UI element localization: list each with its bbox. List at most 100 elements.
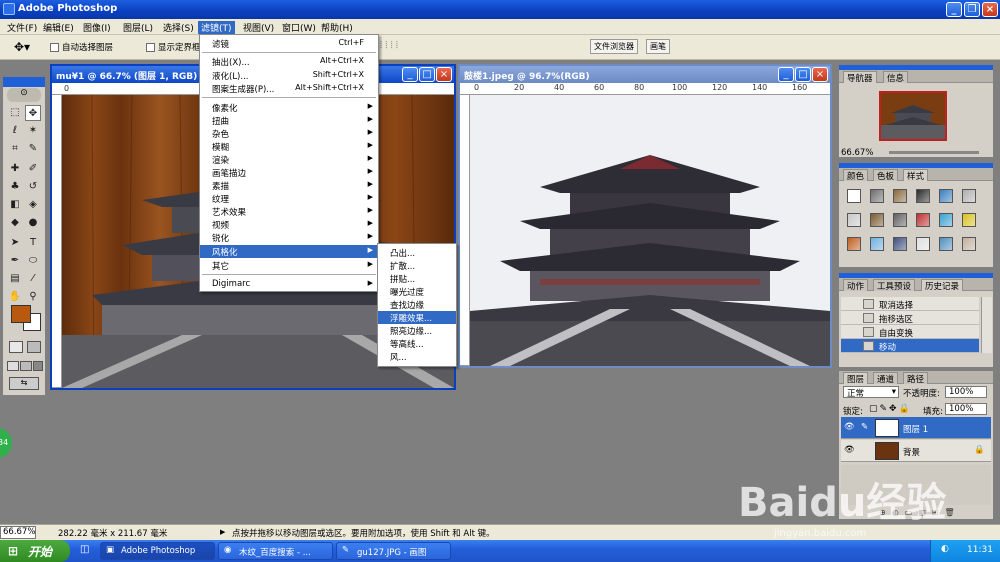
layer-name[interactable]: 背景 xyxy=(903,446,920,458)
menu-view[interactable]: 视图(V) xyxy=(240,21,277,34)
auto-select-option[interactable]: 自动选择图层 xyxy=(50,41,113,53)
marquee-tool-icon[interactable]: ⬚ xyxy=(7,105,23,121)
layer-row-selected[interactable]: 👁 ✎ 图层 1 xyxy=(841,417,991,439)
menu-item-brush-strokes[interactable]: 画笔描边 ▶ xyxy=(200,166,378,179)
blend-mode-select[interactable]: 正常 ▾ xyxy=(843,386,899,399)
style-swatch[interactable] xyxy=(962,213,976,227)
menu-item-digimarc[interactable]: Digimarc ▶ xyxy=(200,278,378,291)
screen-mode-3-icon[interactable] xyxy=(33,361,43,371)
style-swatch[interactable] xyxy=(870,237,884,251)
lasso-tool-icon[interactable]: ℓ xyxy=(7,123,23,139)
tab-navigator[interactable]: 导航器 xyxy=(843,71,877,84)
screen-mode-2-icon[interactable] xyxy=(20,361,32,371)
menu-item-distort[interactable]: 扭曲 ▶ xyxy=(200,114,378,127)
history-scrollbar[interactable] xyxy=(981,297,992,353)
history-item[interactable]: 拖移选区 xyxy=(841,311,979,325)
move-tool-icon[interactable]: ✥ xyxy=(25,105,41,121)
menu-layer[interactable]: 图层(L) xyxy=(120,21,156,34)
tab-color[interactable]: 颜色 xyxy=(843,169,869,182)
doc1-minimize-button[interactable]: _ xyxy=(402,67,418,82)
doc2-maximize-button[interactable]: □ xyxy=(795,67,811,82)
menu-item-last-filter[interactable]: 滤镜 Ctrl+F xyxy=(200,37,378,50)
move-tool-preset-icon[interactable]: ✥▾ xyxy=(14,40,30,54)
adobe-online-icon[interactable]: ⊙ xyxy=(7,88,41,102)
tab-styles[interactable]: 样式 xyxy=(903,169,929,182)
menu-item-sketch[interactable]: 素描 ▶ xyxy=(200,179,378,192)
submenu-item-extrude[interactable]: 凸出... xyxy=(378,246,456,259)
eyedropper-icon[interactable]: ⁄ xyxy=(25,271,41,287)
file-browser-tab[interactable]: 文件浏览器 xyxy=(590,39,638,54)
history-item[interactable]: 自由变换 xyxy=(841,325,979,339)
navigator-zoom[interactable]: 66.67% xyxy=(841,148,873,158)
style-swatch[interactable] xyxy=(870,189,884,203)
submenu-item-tiles[interactable]: 拼贴... xyxy=(378,272,456,285)
style-swatch[interactable] xyxy=(916,237,930,251)
tab-paths[interactable]: 路径 xyxy=(903,372,929,385)
submenu-item-solarize[interactable]: 曝光过度 xyxy=(378,285,456,298)
dodge-tool-icon[interactable]: ● xyxy=(25,215,41,231)
quick-mask-icon[interactable] xyxy=(27,341,41,353)
menu-edit[interactable]: 编辑(E) xyxy=(40,21,77,34)
style-swatch[interactable] xyxy=(893,189,907,203)
auto-select-checkbox[interactable] xyxy=(50,43,59,52)
show-bounds-option[interactable]: 显示定界框 xyxy=(146,41,201,53)
zoom-tool-icon[interactable]: ⚲ xyxy=(25,289,41,305)
menu-item-noise[interactable]: 杂色 ▶ xyxy=(200,127,378,140)
style-swatch[interactable] xyxy=(916,189,930,203)
menu-item-render[interactable]: 渲染 ▶ xyxy=(200,153,378,166)
eye-icon[interactable]: 👁 xyxy=(844,422,855,432)
style-swatch[interactable] xyxy=(847,213,861,227)
menu-item-stylize[interactable]: 风格化 ▶ xyxy=(200,245,378,258)
taskbar-browser[interactable]: ◉ 木纹_百度搜索 - ... xyxy=(218,542,333,560)
style-swatch[interactable] xyxy=(962,237,976,251)
crop-tool-icon[interactable]: ⌗ xyxy=(7,141,23,157)
taskbar-paint[interactable]: ✎ gu127.JPG - 画图 xyxy=(336,542,451,560)
menu-item-other[interactable]: 其它 ▶ xyxy=(200,259,378,272)
brush-link-icon[interactable]: ✎ xyxy=(861,422,868,432)
tab-history[interactable]: 历史记录 xyxy=(921,279,964,292)
paint-bucket-icon[interactable]: ◈ xyxy=(25,197,41,213)
submenu-item-emboss[interactable]: 浮雕效果... xyxy=(378,311,456,324)
style-swatch[interactable] xyxy=(847,237,861,251)
floating-badge[interactable]: 34 xyxy=(0,428,12,458)
tab-layers[interactable]: 图层 xyxy=(843,372,869,385)
slice-tool-icon[interactable]: ✎ xyxy=(25,141,41,157)
pen-tool-icon[interactable]: ✒ xyxy=(7,253,23,269)
style-swatch[interactable] xyxy=(893,213,907,227)
clone-stamp-icon[interactable]: ♣ xyxy=(7,179,23,195)
start-button[interactable]: ⊞ 开始 xyxy=(0,540,70,562)
minimize-button[interactable]: _ xyxy=(946,2,962,17)
shape-tool-icon[interactable]: ⬭ xyxy=(25,253,41,269)
tab-swatches[interactable]: 色板 xyxy=(873,169,899,182)
menu-item-sharpen[interactable]: 锐化 ▶ xyxy=(200,231,378,244)
close-button[interactable]: × xyxy=(982,2,998,17)
style-swatch[interactable] xyxy=(939,237,953,251)
menu-select[interactable]: 选择(S) xyxy=(160,21,197,34)
doc1-close-button[interactable]: × xyxy=(436,67,452,82)
submenu-item-find-edges[interactable]: 查找边缘 xyxy=(378,298,456,311)
magic-wand-icon[interactable]: ✶ xyxy=(25,123,41,139)
restore-button[interactable]: ❐ xyxy=(964,2,980,17)
style-swatch[interactable] xyxy=(847,189,861,203)
status-zoom[interactable]: 66.67% xyxy=(0,526,36,539)
foreground-color-swatch[interactable] xyxy=(11,305,31,323)
style-swatch[interactable] xyxy=(939,189,953,203)
tray-icon[interactable]: ◐ xyxy=(941,544,949,554)
tab-info[interactable]: 信息 xyxy=(883,71,909,84)
menu-item-pixelate[interactable]: 像素化 ▶ xyxy=(200,101,378,114)
layer-name[interactable]: 图层 1 xyxy=(903,423,928,435)
submenu-item-wind[interactable]: 风... xyxy=(378,350,456,363)
menu-file[interactable]: 文件(F) xyxy=(4,21,40,34)
doc2-close-button[interactable]: × xyxy=(812,67,828,82)
menu-item-blur[interactable]: 模糊 ▶ xyxy=(200,140,378,153)
menu-item-texture[interactable]: 纹理 ▶ xyxy=(200,192,378,205)
healing-brush-icon[interactable]: ✚ xyxy=(7,161,23,177)
style-swatch[interactable] xyxy=(916,213,930,227)
brush-tool-icon[interactable]: ✐ xyxy=(25,161,41,177)
doc1-maximize-button[interactable]: □ xyxy=(419,67,435,82)
tower-canvas[interactable] xyxy=(470,95,830,366)
jump-to-imageready-icon[interactable]: ⇆ xyxy=(9,377,39,390)
menu-help[interactable]: 帮助(H) xyxy=(318,21,356,34)
notes-tool-icon[interactable]: ▤ xyxy=(7,271,23,287)
screen-mode-1-icon[interactable] xyxy=(7,361,19,371)
